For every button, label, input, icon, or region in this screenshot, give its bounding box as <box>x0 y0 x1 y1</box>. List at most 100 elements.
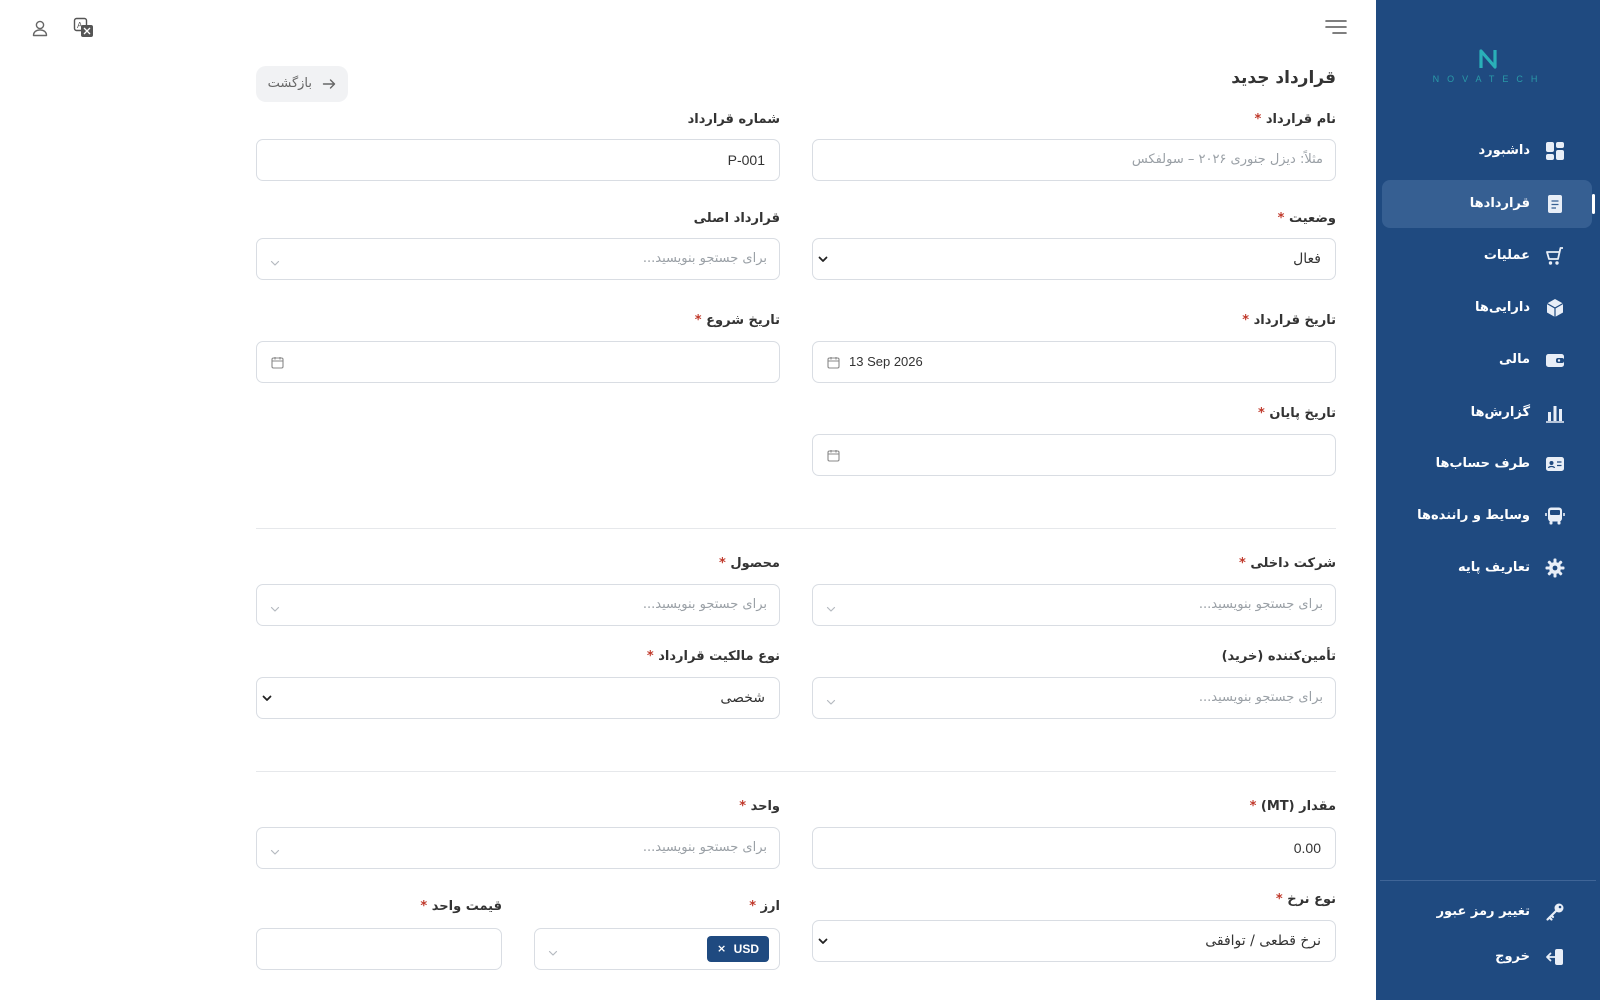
chevron-down-icon <box>547 947 559 959</box>
bar-chart-icon <box>1544 402 1566 424</box>
sidebar-item-counterparties[interactable]: طرف حساب‌ها <box>1382 440 1592 488</box>
parent-contract-label: قرارداد اصلی <box>693 211 780 226</box>
supplier-label: تأمین‌کننده (خرید) <box>1221 649 1336 664</box>
supplier-search[interactable]: برای جستجو بنویسید... <box>812 677 1336 719</box>
sidebar-item-label: گزارش‌ها <box>1470 405 1530 420</box>
end-date-input[interactable] <box>812 434 1336 476</box>
required-mark: * <box>1249 799 1257 814</box>
chevron-down-icon <box>817 253 829 265</box>
rate-type-value: نرخ قطعی / توافقی <box>1205 933 1321 949</box>
calendar-icon <box>827 449 840 462</box>
sidebar-item-label: دارایی‌ها <box>1475 300 1530 315</box>
status-select[interactable]: فعال <box>812 238 1336 280</box>
sidebar-item-label: تعاریف پایه <box>1457 560 1530 575</box>
product-label: محصول * <box>718 556 780 571</box>
parent-contract-placeholder: برای جستجو بنویسید... <box>642 251 767 266</box>
sidebar-item-vehicles[interactable]: وسایط و راننده‌ها <box>1382 492 1592 540</box>
sidebar-item-finance[interactable]: مالی <box>1382 336 1592 384</box>
contract-name-label: نام قرارداد * <box>1254 112 1337 127</box>
user-icon[interactable] <box>27 15 53 41</box>
back-button[interactable]: بازگشت <box>256 66 348 102</box>
internal-company-label: شرکت داخلی * <box>1238 556 1336 571</box>
currency-select[interactable]: USD × <box>534 928 780 970</box>
box-icon <box>1544 297 1566 319</box>
required-mark: * <box>1242 313 1250 328</box>
ownership-type-value: شخصی <box>720 690 765 706</box>
chevron-down-icon <box>825 603 837 615</box>
currency-tag[interactable]: USD × <box>707 936 769 962</box>
contract-name-input[interactable]: مثلاً: دیزل جنوری ۲۰۲۶ – سولفکس <box>812 139 1336 181</box>
dashboard-icon <box>1544 140 1566 162</box>
sidebar-item-assets[interactable]: دارایی‌ها <box>1382 284 1592 332</box>
rate-type-select[interactable]: نرخ قطعی / توافقی <box>812 920 1336 962</box>
chevron-down-icon <box>261 692 273 704</box>
active-indicator <box>1592 194 1595 214</box>
required-mark: * <box>1258 406 1265 421</box>
contract-number-label: شماره قرارداد <box>687 112 780 127</box>
product-search[interactable]: برای جستجو بنویسید... <box>256 584 780 626</box>
chevron-down-icon <box>269 846 281 858</box>
unit-placeholder: برای جستجو بنویسید... <box>642 840 767 855</box>
bus-icon <box>1544 505 1566 527</box>
start-date-input[interactable] <box>256 341 780 383</box>
unit-label: واحد * <box>739 799 780 814</box>
translate-icon[interactable]: A <box>71 15 97 41</box>
end-date-label: تاریخ پایان * <box>1258 406 1336 421</box>
sidebar-item-reports[interactable]: گزارش‌ها <box>1382 389 1592 437</box>
calendar-icon <box>827 356 840 369</box>
change-password-label: تغییر رمز عبور <box>1436 904 1530 919</box>
sidebar-item-operations[interactable]: عملیات <box>1382 232 1592 280</box>
section-divider <box>256 771 1336 772</box>
quantity-label: مقدار (MT) * <box>1249 799 1336 814</box>
status-value: فعال <box>1293 251 1321 267</box>
arrow-right-icon <box>322 77 336 91</box>
required-mark: * <box>749 899 757 914</box>
svg-text:A: A <box>77 21 83 30</box>
ownership-type-label: نوع مالکیت قرارداد * <box>646 649 780 664</box>
internal-company-search[interactable]: برای جستجو بنویسید... <box>812 584 1336 626</box>
gear-icon <box>1544 557 1566 579</box>
logout-button[interactable]: خروج <box>1382 939 1592 975</box>
unit-price-input[interactable] <box>256 928 502 970</box>
unit-price-label: قیمت واحد * <box>420 899 502 914</box>
chevron-down-icon <box>269 257 281 269</box>
logout-icon <box>1544 946 1566 968</box>
required-mark: * <box>420 899 428 914</box>
contract-number-input[interactable]: P-001 <box>256 139 780 181</box>
chevron-down-icon <box>817 935 829 947</box>
required-mark: * <box>1275 892 1283 907</box>
contract-name-placeholder: مثلاً: دیزل جنوری ۲۰۲۶ – سولفکس <box>1131 152 1323 167</box>
quantity-input[interactable]: 0.00 <box>812 827 1336 869</box>
document-icon <box>1544 193 1566 215</box>
remove-tag-icon[interactable]: × <box>717 936 726 962</box>
sidebar-item-label: مالی <box>1499 352 1530 367</box>
change-password-button[interactable]: تغییر رمز عبور <box>1382 894 1592 930</box>
sidebar-divider <box>1380 880 1596 881</box>
contract-number-value: P-001 <box>727 152 765 168</box>
sidebar-item-dashboard[interactable]: داشبورد <box>1382 127 1592 175</box>
id-card-icon <box>1544 453 1566 475</box>
contract-date-input[interactable]: 13 Sep 2026 <box>812 341 1336 383</box>
key-icon <box>1544 901 1566 923</box>
quantity-value: 0.00 <box>1293 840 1321 856</box>
menu-icon[interactable] <box>1323 14 1349 40</box>
sidebar-item-label: عملیات <box>1483 248 1530 263</box>
currency-tag-label: USD <box>733 942 759 956</box>
unit-search[interactable]: برای جستجو بنویسید... <box>256 827 780 869</box>
sidebar-item-label: طرف حساب‌ها <box>1435 456 1530 471</box>
required-mark: * <box>739 799 747 814</box>
sidebar-item-label: وسایط و راننده‌ها <box>1417 508 1530 523</box>
cart-icon <box>1544 245 1566 267</box>
required-mark: * <box>646 649 654 664</box>
sidebar-item-base-definitions[interactable]: تعاریف پایه <box>1382 544 1592 592</box>
sidebar-item-contracts[interactable]: قراردادها <box>1382 180 1592 228</box>
sidebar-item-label: قراردادها <box>1469 196 1530 211</box>
product-placeholder: برای جستجو بنویسید... <box>642 597 767 612</box>
wallet-icon <box>1544 349 1566 371</box>
section-divider <box>256 528 1336 529</box>
ownership-type-select[interactable]: شخصی <box>256 677 780 719</box>
parent-contract-search[interactable]: برای جستجو بنویسید... <box>256 238 780 280</box>
chevron-down-icon <box>825 696 837 708</box>
calendar-icon <box>271 356 284 369</box>
back-label: بازگشت <box>267 76 312 91</box>
